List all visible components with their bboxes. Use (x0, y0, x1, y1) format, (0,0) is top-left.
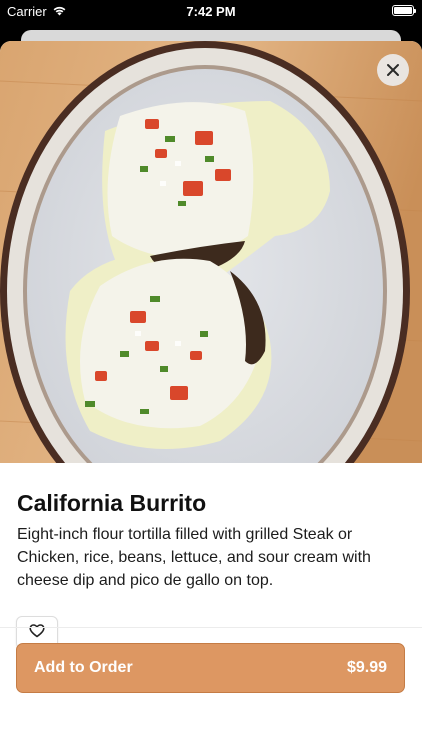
item-description: Eight-inch flour tortilla filled with gr… (17, 526, 371, 589)
battery-icon (392, 5, 416, 16)
item-title: California Burrito (17, 490, 207, 516)
status-time: 7:42 PM (186, 4, 236, 19)
add-to-order-label: Add to Order (34, 659, 133, 676)
price-label: $9.99 (346, 659, 387, 676)
add-to-order-button[interactable]: Add to Order $9.99 (16, 643, 405, 693)
close-icon (386, 63, 400, 77)
footer-divider (0, 627, 422, 628)
burrito-plate-photo (0, 41, 422, 463)
close-button[interactable] (377, 54, 409, 86)
status-bar: Carrier 7:42 PM (0, 0, 422, 24)
